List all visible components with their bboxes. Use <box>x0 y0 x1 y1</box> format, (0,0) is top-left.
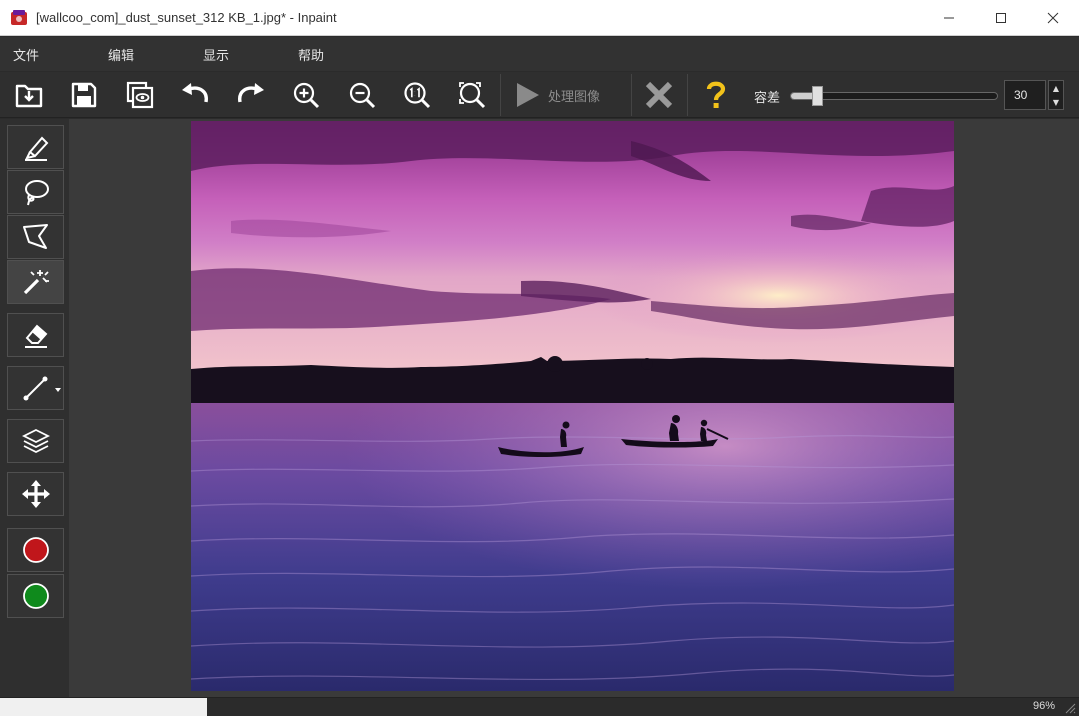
menu-help[interactable]: 帮助 <box>285 45 380 64</box>
dropdown-arrow-icon[interactable] <box>55 387 61 393</box>
tolerance-input[interactable]: 30 <box>1004 80 1046 110</box>
redo-button[interactable] <box>231 76 271 114</box>
line-icon <box>23 376 47 401</box>
open-button[interactable] <box>9 76 49 114</box>
maximize-icon <box>996 12 1006 23</box>
line-tool[interactable] <box>7 366 64 410</box>
menu-file[interactable]: 文件 <box>0 45 95 64</box>
zoom-fit-icon <box>459 82 486 109</box>
toolbar-separator <box>631 74 632 116</box>
tolerance-label: 容差 <box>754 91 781 106</box>
save-button[interactable] <box>64 76 104 114</box>
magic-wand-tool[interactable] <box>7 260 64 304</box>
layers-tool[interactable] <box>7 419 64 463</box>
move-icon <box>21 480 50 508</box>
polygonal-lasso-icon <box>22 224 48 249</box>
maximize-button[interactable] <box>975 0 1027 36</box>
help-icon <box>706 81 726 108</box>
cancel-icon <box>645 81 673 109</box>
close-button[interactable] <box>1027 0 1079 36</box>
play-icon <box>517 83 539 107</box>
red-color-button[interactable] <box>7 528 64 572</box>
zoom-in-button[interactable] <box>286 76 326 114</box>
minimize-icon <box>944 17 954 18</box>
marker-tool[interactable] <box>7 125 64 169</box>
help-button[interactable] <box>696 76 736 114</box>
zoom-out-button[interactable] <box>342 76 382 114</box>
cancel-button[interactable] <box>639 76 679 114</box>
toolbar-separator <box>687 74 688 116</box>
chevron-up-icon[interactable]: ▲ <box>1053 84 1059 93</box>
marker-icon <box>24 136 48 161</box>
app-icon <box>11 9 27 25</box>
lasso-tool[interactable] <box>7 170 64 214</box>
chevron-down-icon[interactable]: ▼ <box>1053 98 1059 107</box>
zoom-actual-button[interactable] <box>397 76 437 114</box>
zoom-out-icon <box>349 82 376 109</box>
green-color-swatch <box>22 583 49 609</box>
eraser-icon <box>24 324 47 348</box>
move-tool[interactable] <box>7 472 64 516</box>
sunset-photo <box>191 121 954 691</box>
slider-handle[interactable] <box>812 86 823 106</box>
process-image-button[interactable]: 处理图像 <box>512 77 600 113</box>
layers-icon <box>21 428 50 454</box>
tolerance-stepper[interactable]: ▲ ▼ <box>1048 80 1064 110</box>
polygonal-lasso-tool[interactable] <box>7 215 64 259</box>
open-icon <box>15 84 43 108</box>
eraser-tool[interactable] <box>7 313 64 357</box>
lasso-icon <box>24 180 49 206</box>
redo-icon <box>238 83 264 103</box>
magic-wand-icon <box>23 270 49 295</box>
green-color-button[interactable] <box>7 574 64 618</box>
image-canvas[interactable] <box>191 121 954 691</box>
menu-bar: 文件 编辑 显示 帮助 <box>0 37 1079 71</box>
tolerance-slider[interactable] <box>790 86 998 106</box>
tool-panel <box>0 119 69 697</box>
close-icon <box>1047 12 1059 23</box>
red-color-swatch <box>22 537 49 563</box>
undo-button[interactable] <box>175 76 215 114</box>
zoom-in-icon <box>293 82 320 109</box>
title-bar: [wallcoo_com]_dust_sunset_312 KB_1.jpg* … <box>0 0 1079 36</box>
zoom-level: 96% <box>1032 700 1055 712</box>
status-left-pane <box>0 698 207 716</box>
menu-edit[interactable]: 编辑 <box>95 45 190 64</box>
toolbar-separator <box>500 74 501 116</box>
zoom-actual-icon <box>404 82 431 109</box>
resize-grip-icon[interactable] <box>1064 702 1076 714</box>
window-title: [wallcoo_com]_dust_sunset_312 KB_1.jpg* … <box>36 10 337 25</box>
zoom-fit-button[interactable] <box>452 76 492 114</box>
process-image-label: 处理图像 <box>548 89 601 105</box>
undo-icon <box>182 83 208 103</box>
preview-button[interactable] <box>120 76 160 114</box>
preview-icon <box>126 81 154 109</box>
save-icon <box>71 82 97 108</box>
minimize-button[interactable] <box>923 0 975 36</box>
menu-view[interactable]: 显示 <box>190 45 285 64</box>
